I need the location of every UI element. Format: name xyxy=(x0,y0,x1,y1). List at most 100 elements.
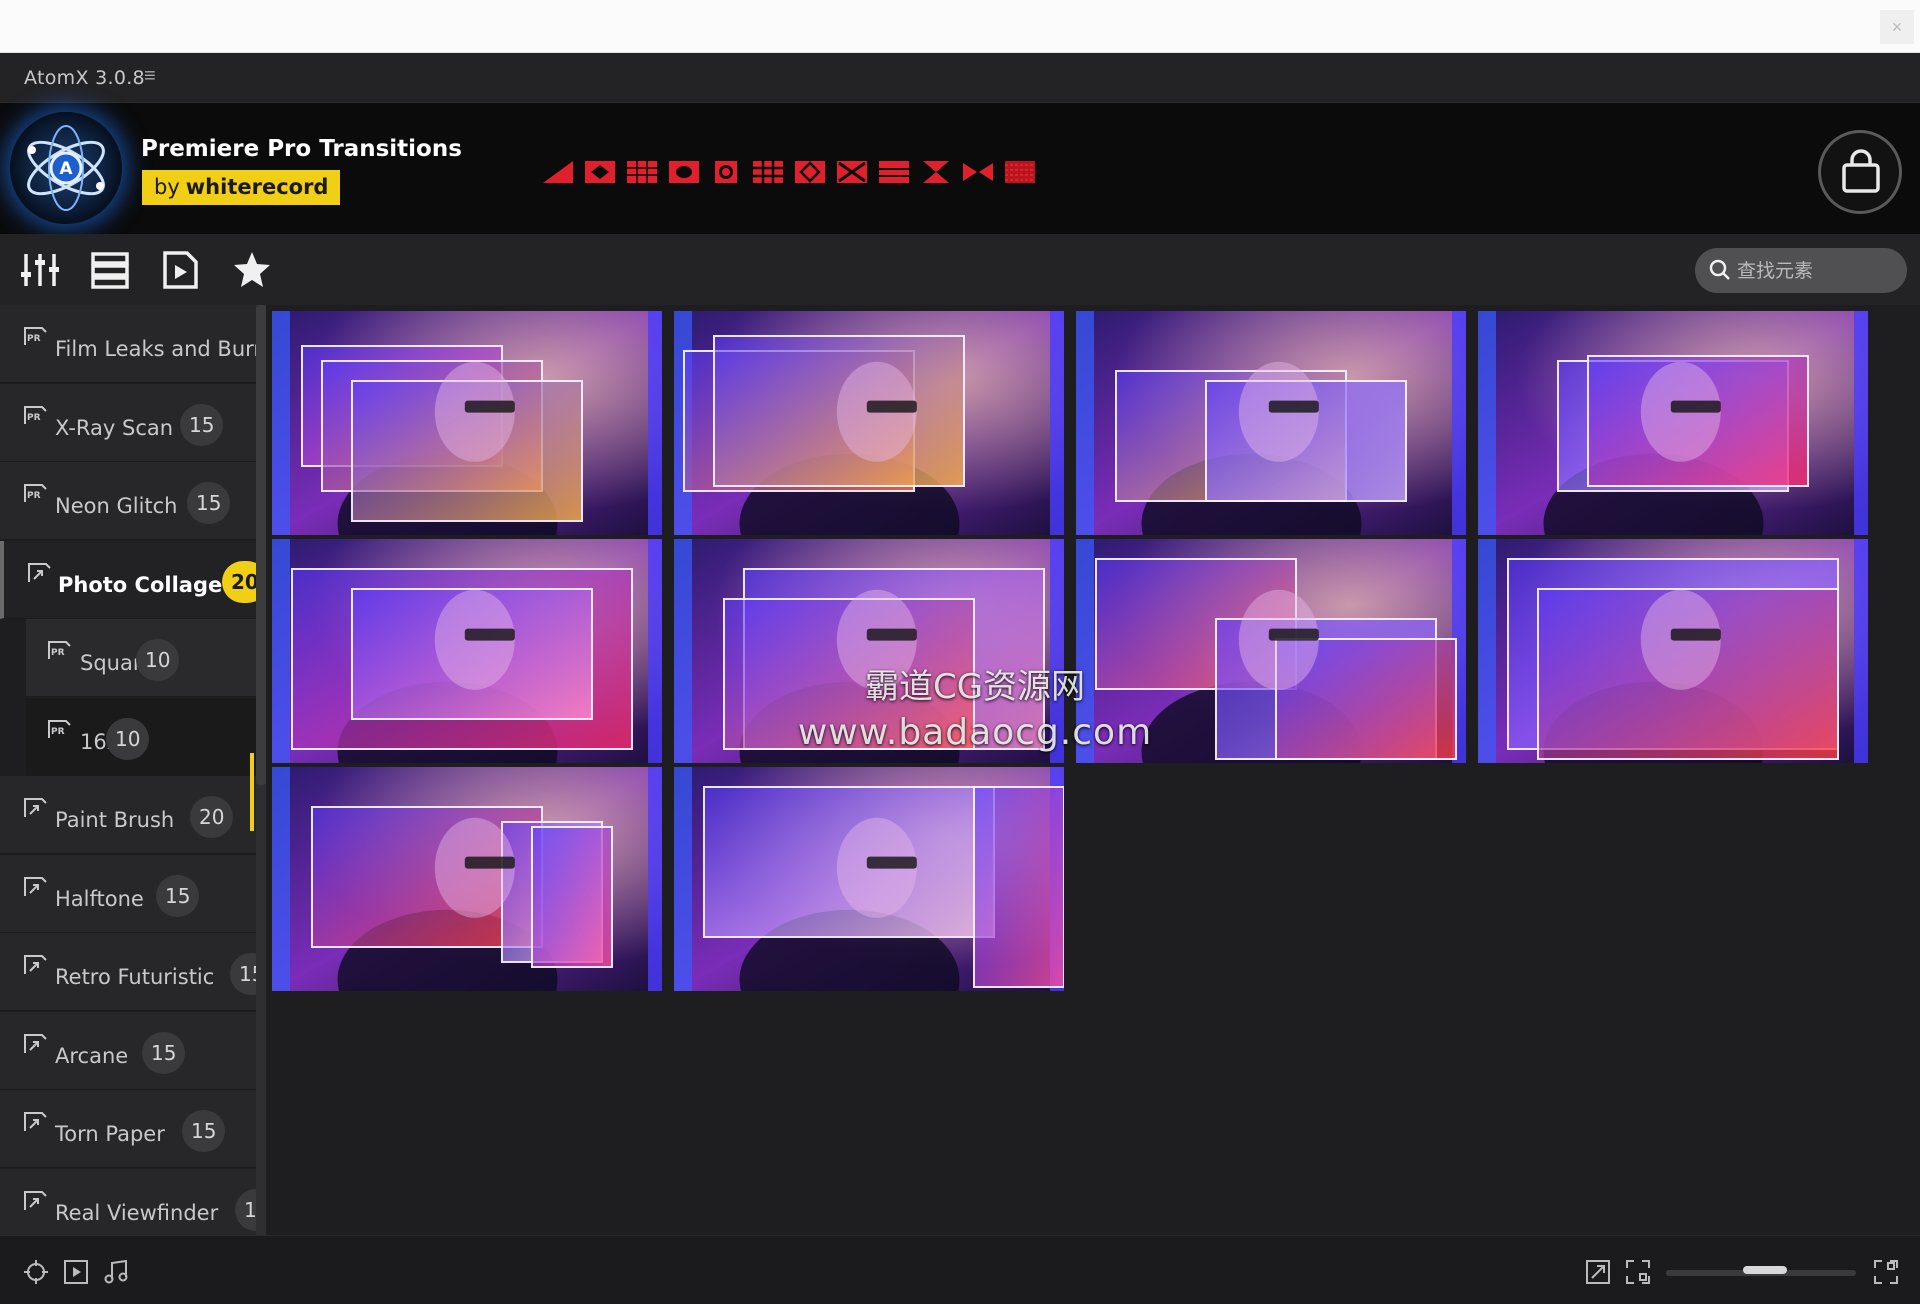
sidebar-item[interactable]: PR16x910 xyxy=(26,697,256,776)
sidebar-item-label: Torn Paper xyxy=(55,1122,165,1146)
sidebar-item-count: 15 xyxy=(187,482,231,524)
sidebar-item[interactable]: PR Neon Glitch 15 xyxy=(0,462,256,540)
watermark: 霸道CG资源网 www.badaocg.com xyxy=(760,659,1190,753)
grid-transition-icon xyxy=(627,161,657,183)
hourglass-transition-icon xyxy=(923,161,949,183)
sidebar-item-count: 15 xyxy=(142,1031,186,1074)
sidebar-item-label: Film Leaks and Burns xyxy=(55,337,256,361)
sidebar-scrollbar[interactable] xyxy=(256,305,266,1235)
hamburger-menu-icon[interactable]: ≡ xyxy=(144,65,156,88)
list-icon xyxy=(91,252,129,289)
preset-thumbnail[interactable] xyxy=(1076,311,1466,535)
tiles-transition-icon xyxy=(753,161,783,183)
toolbar xyxy=(0,234,1920,305)
svg-text:PR: PR xyxy=(51,727,65,737)
sidebar-item-count: 15 xyxy=(156,874,200,917)
play-box-icon[interactable] xyxy=(62,1258,90,1286)
svg-text:PR: PR xyxy=(27,334,41,344)
resize-icon[interactable] xyxy=(1584,1258,1612,1286)
list-view-button[interactable] xyxy=(90,250,130,290)
preset-thumbnail[interactable] xyxy=(674,311,1064,535)
sidebar-item-count: 15 xyxy=(235,1188,256,1231)
preset-thumbnail[interactable] xyxy=(1478,539,1868,763)
pack-banner: A Premiere Pro Transitions by whiterecord xyxy=(0,103,1920,234)
folder-link-icon xyxy=(24,955,47,974)
premiere-file-icon: PR xyxy=(24,484,47,502)
sidebar-item-label: Neon Glitch xyxy=(55,494,178,518)
gamepad-icon[interactable] xyxy=(22,1258,50,1286)
favorites-button[interactable] xyxy=(232,250,272,290)
watermark-cn: 霸道CG资源网 xyxy=(864,667,1086,707)
sidebar-item-count: 10 xyxy=(136,639,180,681)
host-window-top: × xyxy=(0,0,1920,53)
svg-text:PR: PR xyxy=(51,648,65,658)
sidebar-item[interactable]: Halftone 15 xyxy=(0,854,256,933)
preset-thumbnail[interactable] xyxy=(272,767,662,991)
host-close-icon[interactable]: × xyxy=(1880,10,1914,44)
svg-text:PR: PR xyxy=(27,491,41,501)
author-prefix: by xyxy=(154,175,180,199)
preset-thumbnail[interactable] xyxy=(674,767,1064,991)
star-icon xyxy=(234,252,270,287)
sidebar-item-count: 15 xyxy=(230,953,256,995)
noise-transition-icon xyxy=(1005,161,1035,183)
media-file-button[interactable] xyxy=(160,250,200,290)
sidebar-item[interactable]: Photo Collage20 xyxy=(0,540,256,619)
sidebar-item-count: 10 xyxy=(106,717,150,760)
transition-preview-icons xyxy=(543,161,1035,185)
app-title: AtomX 3.0.8 xyxy=(24,67,145,89)
sidebar-item-count: 15 xyxy=(182,1110,226,1152)
author-badge[interactable]: by whiterecord xyxy=(142,170,341,205)
sidebar-item[interactable]: PR Square 10 xyxy=(26,619,256,697)
sidebar-item[interactable]: PR X-Ray Scan 15 xyxy=(0,383,256,462)
shopping-bag-icon xyxy=(1842,149,1880,193)
premiere-file-icon: PR xyxy=(24,405,47,424)
sidebar-item[interactable]: Paint Brush 20 xyxy=(0,776,256,854)
folder-link-icon xyxy=(24,876,47,896)
preset-thumbnail[interactable] xyxy=(1478,311,1868,535)
atomx-logo: A xyxy=(10,112,122,224)
checker-transition-icon xyxy=(795,161,825,183)
shopping-bag-button[interactable] xyxy=(1818,130,1902,214)
author-name: whiterecord xyxy=(185,175,329,199)
music-note-icon[interactable] xyxy=(102,1258,130,1286)
fit-frame-icon[interactable] xyxy=(1624,1258,1652,1286)
preset-thumbnail[interactable] xyxy=(272,311,662,535)
sidebar-item[interactable]: Retro Futuristic 15 xyxy=(0,933,256,1011)
sidebar-scroll-thumb[interactable] xyxy=(256,305,266,785)
folder-link-icon xyxy=(24,1033,47,1053)
oval-transition-icon xyxy=(669,161,699,183)
search-input[interactable] xyxy=(1737,256,1897,285)
watermark-url: www.badaocg.com xyxy=(797,712,1153,753)
folder-link-icon xyxy=(24,1190,47,1210)
title-bar: AtomX 3.0.8 ≡ xyxy=(0,53,1920,103)
search-icon xyxy=(1709,259,1730,280)
sidebar-item[interactable]: PR Film Leaks and Burns xyxy=(0,305,256,383)
zoom-slider-knob[interactable] xyxy=(1742,1266,1787,1274)
folder-link-icon xyxy=(24,1112,47,1131)
sidebar-item-label: Retro Futuristic xyxy=(55,965,215,989)
sliders-icon xyxy=(21,254,59,286)
zoom-slider[interactable] xyxy=(1666,1266,1856,1276)
preset-grid xyxy=(272,311,1900,1235)
preset-thumbnail[interactable] xyxy=(272,539,662,763)
selected-item-marker xyxy=(250,753,254,831)
fullscreen-icon[interactable] xyxy=(1872,1258,1900,1286)
sidebar-item[interactable]: Arcane 15 xyxy=(0,1011,256,1090)
sliders-button[interactable] xyxy=(20,250,60,290)
cross-transition-icon xyxy=(837,161,867,183)
atomx-app: AtomX 3.0.8 ≡ A Premiere Pro Transitions… xyxy=(0,53,1920,1304)
sidebar-item-label: Real Viewfinder xyxy=(55,1200,219,1225)
sidebar-item-count: 15 xyxy=(180,403,224,446)
folder-link-icon xyxy=(28,562,51,582)
sidebar-item-count: 20 xyxy=(190,796,234,838)
circle-transition-icon xyxy=(715,161,737,183)
sidebar-item-count: 20 xyxy=(222,560,256,603)
premiere-file-icon: PR xyxy=(48,719,71,738)
pack-title: Premiere Pro Transitions xyxy=(141,136,462,162)
sidebar-item[interactable]: Torn Paper 15 xyxy=(0,1090,256,1168)
category-sidebar: Real Viewfinder15Torn Paper15Arcane15Ret… xyxy=(0,305,268,1235)
premiere-file-icon: PR xyxy=(24,327,47,345)
bowtie-transition-icon xyxy=(963,163,993,181)
sidebar-item[interactable]: Real Viewfinder 15 xyxy=(0,1168,256,1235)
